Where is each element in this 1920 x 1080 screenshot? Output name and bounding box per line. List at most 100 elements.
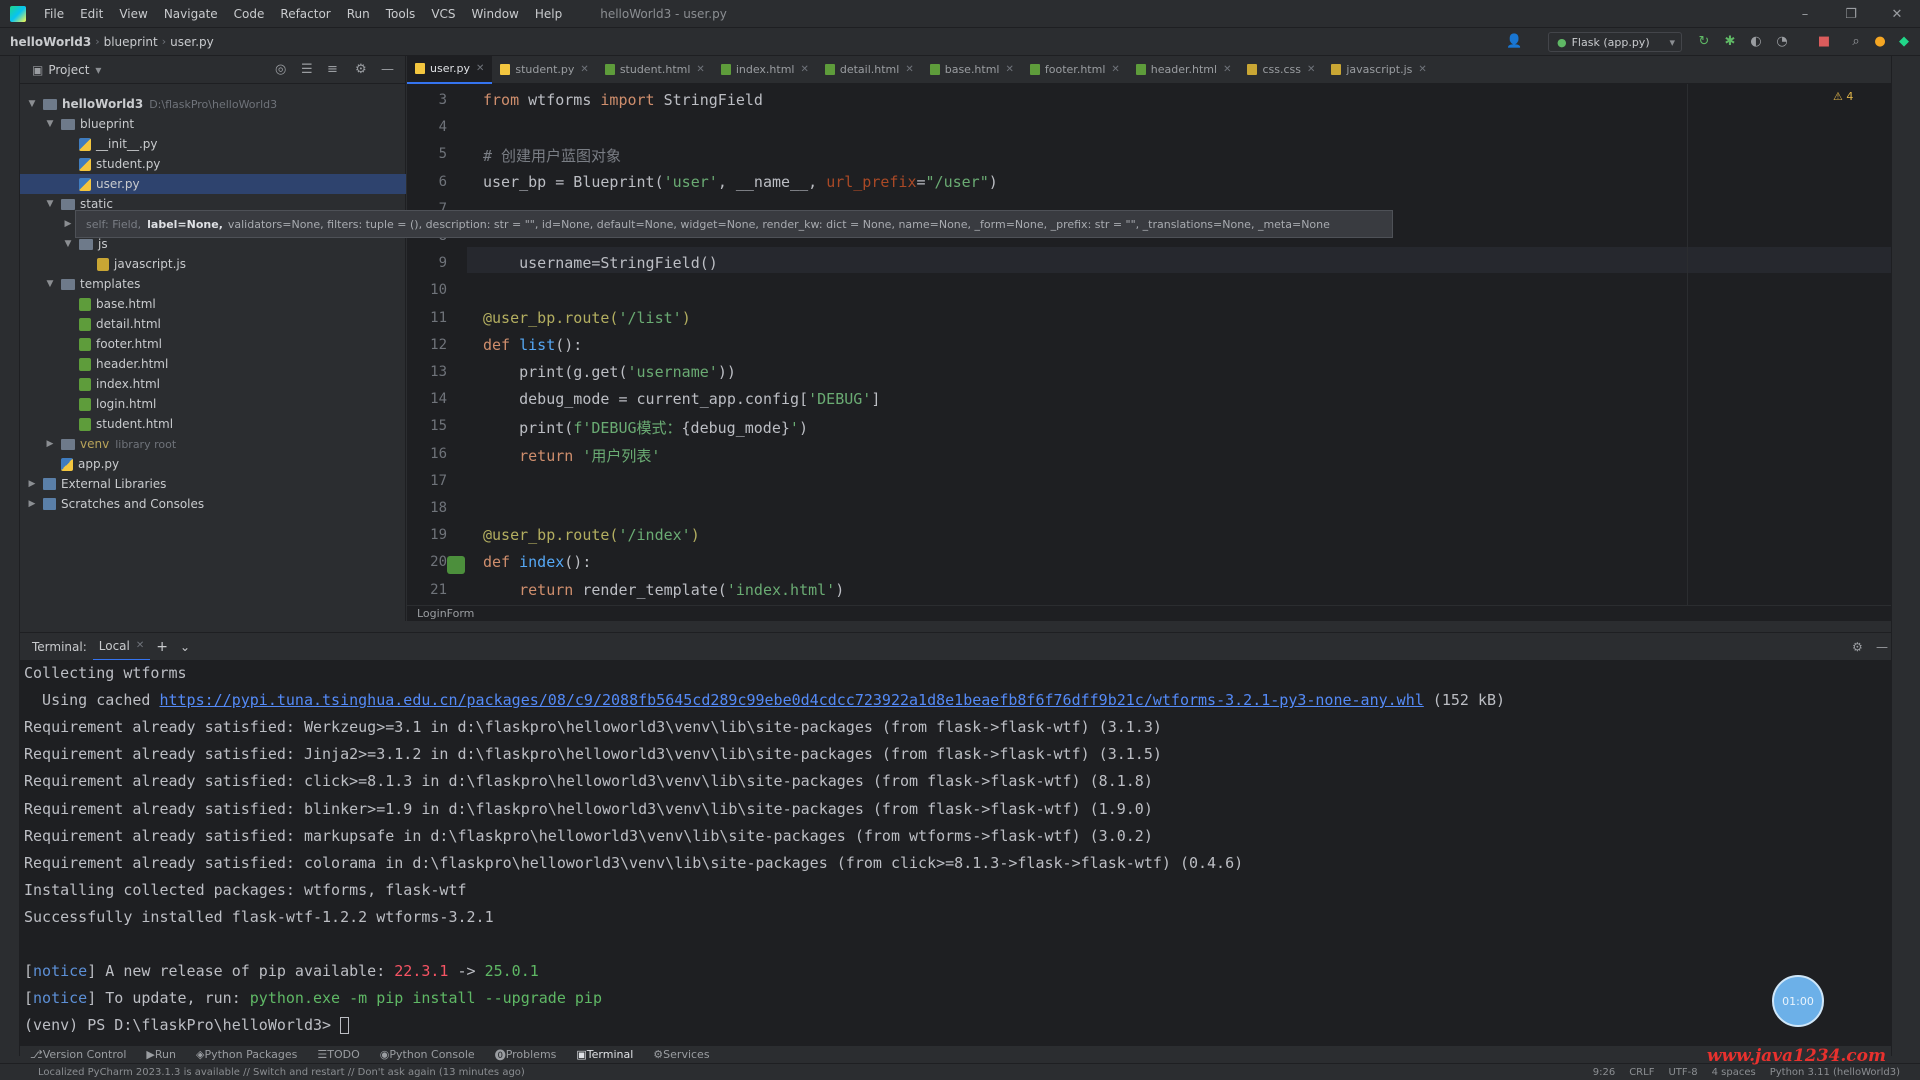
close-icon[interactable]: ✕ (1307, 64, 1315, 75)
close-icon[interactable]: ✕ (905, 64, 913, 75)
menu-refactor[interactable]: Refactor (272, 7, 338, 21)
chevron-right-icon[interactable]: ▶ (26, 499, 38, 509)
debug-icon[interactable]: ✱ (1722, 34, 1738, 50)
tree-item[interactable]: login.html (20, 394, 406, 414)
tree-item[interactable]: base.html (20, 294, 406, 314)
code-editor[interactable]: 3456789101112131415161718192021 from wtf… (407, 84, 1891, 605)
close-icon[interactable]: ✕ (800, 64, 808, 75)
hide-icon[interactable]: — (1876, 640, 1888, 654)
code-line[interactable]: print(g.get('username')) (483, 363, 736, 381)
status-item[interactable]: UTF-8 (1668, 1067, 1697, 1078)
code-line[interactable]: @user_bp.route('/index') (483, 526, 700, 544)
code-line[interactable]: print(f'DEBUG模式：{debug_mode}') (483, 417, 808, 438)
chevron-down-icon[interactable]: ▼ (26, 99, 38, 109)
tree-item[interactable]: header.html (20, 354, 406, 374)
close-icon[interactable]: ✕ (1006, 64, 1014, 75)
status-item[interactable]: 9:26 (1593, 1067, 1615, 1078)
tree-item[interactable]: student.html (20, 414, 406, 434)
terminal-output[interactable]: Collecting wtforms Using cached https://… (20, 660, 1891, 1045)
search-icon[interactable]: ⌕ (1848, 34, 1864, 50)
toolwindow-python-packages[interactable]: ◈ Python Packages (196, 1048, 297, 1061)
close-icon[interactable]: ✕ (696, 64, 704, 75)
minimize-icon[interactable]: – (1782, 0, 1828, 28)
tab-student-html[interactable]: student.html ✕ (597, 56, 713, 84)
tree-item[interactable]: user.py (20, 174, 406, 194)
close-icon[interactable]: ✕ (1874, 0, 1920, 28)
status-item[interactable]: Python 3.11 (helloWorld3) (1770, 1067, 1900, 1078)
breadcrumb-item[interactable]: blueprint (100, 35, 162, 49)
project-panel-title[interactable]: Project (48, 63, 89, 77)
coverage-icon[interactable]: ◐ (1748, 34, 1764, 50)
tree-item[interactable]: index.html (20, 374, 406, 394)
toolwindow-python-console[interactable]: ◉ Python Console (380, 1048, 475, 1061)
chevron-down-icon[interactable]: ▼ (44, 279, 56, 289)
hide-icon[interactable]: — (381, 62, 394, 77)
run-gutter-icon[interactable] (447, 556, 465, 574)
code-line[interactable]: return '用户列表' (483, 445, 660, 466)
tab-user-py[interactable]: user.py ✕ (407, 55, 493, 84)
tab-footer-html[interactable]: footer.html ✕ (1022, 56, 1128, 84)
toolwindow-problems[interactable]: ⓿ Problems (495, 1047, 557, 1063)
menu-navigate[interactable]: Navigate (156, 7, 226, 21)
breadcrumb-item[interactable]: helloWorld3 (6, 35, 95, 49)
record-timer-button[interactable]: 01:00 (1772, 975, 1824, 1027)
status-message[interactable]: Localized PyCharm 2023.1.3 is available … (38, 1067, 525, 1078)
tab-detail-html[interactable]: detail.html ✕ (817, 56, 922, 84)
gear-icon[interactable]: ⚙ (1852, 640, 1863, 654)
user-icon[interactable]: 👤 (1506, 34, 1522, 50)
stop-icon[interactable]: ■ (1816, 34, 1832, 50)
breadcrumb-item[interactable]: user.py (166, 35, 218, 49)
status-item[interactable]: 4 spaces (1712, 1067, 1756, 1078)
menu-file[interactable]: File (36, 7, 72, 21)
code-line[interactable]: @user_bp.route('/list') (483, 309, 691, 327)
toolwindow-services[interactable]: ⚙ Services (653, 1048, 709, 1061)
maximize-icon[interactable]: ❐ (1828, 0, 1874, 28)
toolwindow-run[interactable]: ▶ Run (146, 1048, 176, 1061)
code-line[interactable]: def list(): (483, 336, 582, 354)
tab-javascript-js[interactable]: javascript.js ✕ (1323, 56, 1434, 84)
close-icon[interactable]: ✕ (476, 63, 484, 74)
tree-item[interactable]: ▶ Scratches and Consoles (20, 494, 406, 514)
tree-item[interactable]: ▼ templates (20, 274, 406, 294)
tree-item[interactable]: detail.html (20, 314, 406, 334)
tree-item[interactable]: ▶ External Libraries (20, 474, 406, 494)
close-icon[interactable]: ✕ (1223, 64, 1231, 75)
expand-all-icon[interactable]: ☰ (301, 62, 313, 77)
tree-item[interactable]: ▼ helloWorld3 D:\flaskPro\helloWorld3 (20, 94, 406, 114)
update-icon[interactable]: ● (1872, 34, 1888, 50)
close-icon[interactable]: ✕ (1111, 64, 1119, 75)
tree-item[interactable]: ▼ blueprint (20, 114, 406, 134)
chevron-right-icon[interactable]: ▶ (26, 479, 38, 489)
status-item[interactable]: CRLF (1629, 1067, 1654, 1078)
code-line[interactable]: from wtforms import StringField (483, 91, 763, 109)
toolwindow-version-control[interactable]: ⎇ Version Control (30, 1048, 126, 1061)
toolwindow-todo[interactable]: ☰ TODO (317, 1048, 359, 1061)
chevron-down-icon[interactable]: ▼ (44, 199, 56, 209)
chevron-right-icon[interactable]: ▶ (62, 219, 74, 229)
warnings-indicator[interactable]: ⚠ 4 (1833, 90, 1853, 103)
editor-breadcrumb[interactable]: LoginForm (407, 605, 1891, 621)
close-icon[interactable]: ✕ (136, 640, 144, 651)
code-line[interactable]: username=StringField() (483, 254, 718, 272)
tab-header-html[interactable]: header.html ✕ (1128, 56, 1240, 84)
rerun-icon[interactable]: ↻ (1696, 34, 1712, 50)
close-icon[interactable]: ✕ (1418, 64, 1426, 75)
menu-tools[interactable]: Tools (378, 7, 424, 21)
close-icon[interactable]: ✕ (580, 64, 588, 75)
code-line[interactable]: # 创建用户蓝图对象 (483, 145, 621, 166)
plugin-icon[interactable]: ◆ (1896, 34, 1912, 50)
tab-student-py[interactable]: student.py ✕ (492, 56, 596, 84)
menu-view[interactable]: View (111, 7, 155, 21)
code-line[interactable]: return render_template('index.html') (483, 581, 844, 599)
menu-help[interactable]: Help (527, 7, 570, 21)
chevron-down-icon[interactable]: ▼ (44, 119, 56, 129)
menu-vcs[interactable]: VCS (423, 7, 463, 21)
tab-base-html[interactable]: base.html ✕ (922, 56, 1022, 84)
profiler-icon[interactable]: ◔ (1774, 34, 1790, 50)
code-line[interactable]: def index(): (483, 553, 591, 571)
run-configuration-select[interactable]: ● Flask (app.py) ▾ (1548, 32, 1682, 52)
menu-edit[interactable]: Edit (72, 7, 111, 21)
tab-local[interactable]: Local ✕ (92, 633, 151, 661)
tree-item[interactable]: javascript.js (20, 254, 406, 274)
locate-icon[interactable]: ◎ (275, 62, 286, 77)
